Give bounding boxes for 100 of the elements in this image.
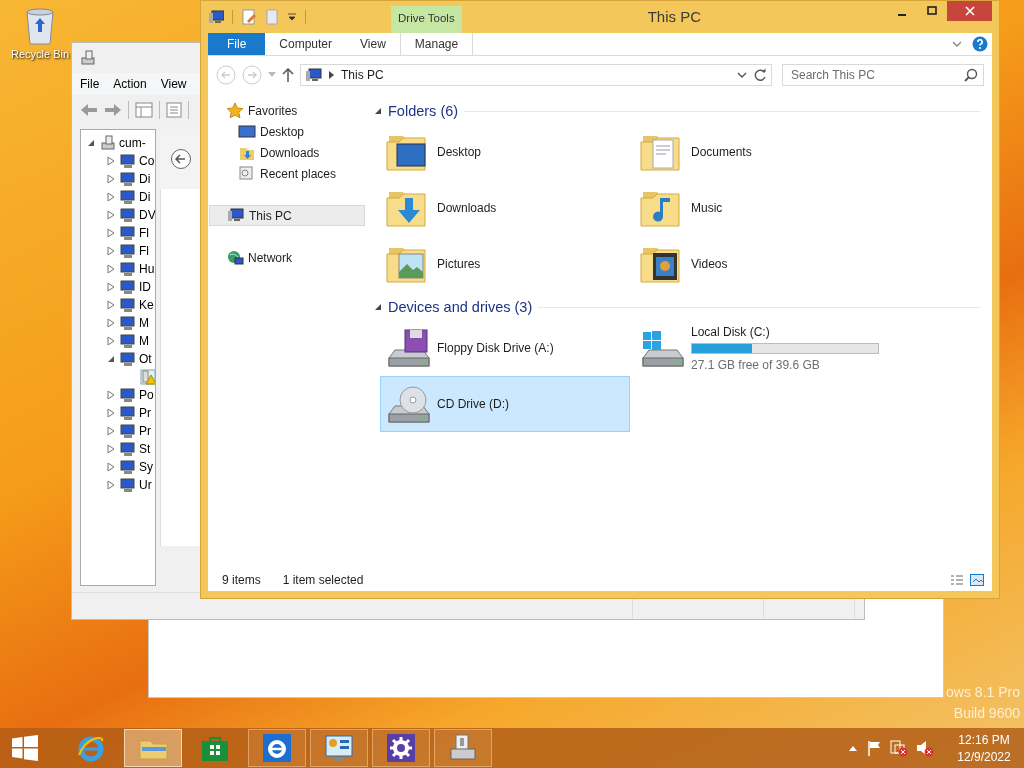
up-arrow-icon[interactable] (282, 68, 294, 82)
properties-icon[interactable] (135, 102, 153, 118)
nav-item[interactable]: Network (209, 247, 365, 268)
tree-item[interactable]: M (139, 334, 149, 348)
properties-icon[interactable] (241, 9, 257, 25)
chevron-down-icon[interactable] (952, 40, 962, 48)
free-space-text: 27.1 GB free of 39.6 GB (691, 357, 821, 372)
taskbar-button[interactable] (372, 729, 430, 767)
device-icon (120, 279, 136, 295)
folder-tile[interactable]: Desktop (380, 124, 630, 180)
computer-icon (305, 67, 323, 83)
clock-date: 12/9/2022 (957, 749, 1011, 764)
network-error-icon[interactable] (890, 739, 908, 757)
tree-item[interactable]: Po (139, 388, 154, 402)
clock[interactable]: 12:16 PM 12/9/2022 (952, 732, 1016, 764)
network-icon (226, 249, 244, 266)
tiles-view-icon[interactable] (970, 574, 984, 586)
computer-icon (80, 50, 96, 66)
close-button[interactable] (947, 1, 992, 21)
speaker-muted-icon[interactable] (916, 739, 934, 757)
search-field[interactable]: Search This PC (782, 64, 984, 86)
details-view-icon[interactable] (950, 574, 964, 586)
tree-item[interactable]: Pr (139, 406, 151, 420)
back-circle-icon[interactable] (170, 148, 192, 170)
ribbon-tab[interactable]: Manage (399, 33, 474, 55)
item-name: Documents (691, 145, 752, 159)
settings-icon (386, 733, 416, 763)
group-header[interactable]: Folders (6) (388, 103, 459, 119)
folder-tile[interactable]: Videos (634, 236, 884, 292)
drive-tile[interactable]: Local Disk (C:) 27.1 GB free of 39.6 GB (634, 320, 884, 376)
tree-item[interactable]: Ur (139, 478, 152, 492)
tree-item[interactable]: Ot (139, 352, 152, 366)
computer-icon (100, 135, 116, 151)
maximize-icon (927, 6, 937, 16)
address-bar[interactable]: This PC (300, 64, 772, 86)
ribbon-tab[interactable]: File (208, 33, 266, 55)
folder-tile[interactable]: Pictures (380, 236, 630, 292)
tree-item[interactable]: Sy (139, 460, 153, 474)
window-title: This PC (646, 7, 702, 27)
tree-item[interactable]: ID (139, 280, 151, 294)
nav-item[interactable]: Recent places (209, 163, 365, 184)
item-name: Local Disk (C:) (691, 324, 771, 339)
chevron-up-icon[interactable] (848, 744, 858, 752)
device-icon (120, 153, 136, 169)
device-icon (120, 261, 136, 277)
refresh-icon[interactable] (753, 68, 767, 82)
group-header[interactable]: Devices and drives (3) (388, 299, 533, 315)
back-arrow-icon[interactable] (80, 103, 98, 117)
search-icon[interactable] (964, 68, 978, 82)
dropdown-caret-icon[interactable] (737, 71, 747, 79)
tree-item[interactable]: Pr (139, 424, 151, 438)
nav-item[interactable]: This PC (209, 205, 365, 226)
tree-item[interactable]: Fl (139, 244, 149, 258)
taskbar-button[interactable] (248, 729, 306, 767)
tree-item[interactable]: Fl (139, 226, 149, 240)
dropdown-caret-icon[interactable] (287, 12, 297, 22)
nav-item[interactable]: Downloads (209, 142, 365, 163)
forward-arrow-icon[interactable] (104, 103, 122, 117)
collapse-triangle-icon[interactable] (374, 303, 382, 311)
ribbon-tab[interactable]: View (346, 33, 400, 55)
tree-item[interactable]: St (139, 442, 151, 456)
nav-item[interactable]: Favorites (209, 100, 365, 121)
tree-item[interactable]: cum- (119, 136, 146, 150)
taskbar-button[interactable] (310, 729, 368, 767)
help-icon[interactable] (972, 36, 988, 52)
windows-logo-icon (12, 735, 38, 761)
device-icon (120, 459, 136, 475)
item-name: Floppy Disk Drive (A:) (437, 341, 554, 355)
tree-item[interactable]: M (139, 316, 149, 330)
status-text: 1 item selected (282, 573, 364, 587)
flag-icon[interactable] (866, 740, 882, 756)
menu-item[interactable]: File (80, 77, 100, 91)
menu-item[interactable]: View (160, 77, 187, 91)
tree-item[interactable]: Hu (139, 262, 155, 276)
menu-item[interactable]: Action (113, 77, 147, 91)
tree-item[interactable]: Di (139, 190, 151, 204)
device-icon (120, 405, 136, 421)
tree-item[interactable]: DV (139, 208, 155, 222)
item-name: Downloads (437, 201, 497, 215)
device-icon (120, 351, 136, 367)
ribbon-tab[interactable]: Computer (265, 33, 347, 55)
drive-tile[interactable]: CD Drive (D:) (380, 376, 630, 432)
folder-tile[interactable]: Music (634, 180, 884, 236)
taskbar-button[interactable] (434, 729, 492, 767)
address-text: This PC (341, 68, 385, 82)
browser-icon (262, 733, 292, 763)
device-icon (120, 225, 136, 241)
contextual-tab-label: Drive Tools (391, 6, 462, 33)
nav-item[interactable]: Desktop (209, 121, 365, 142)
desktop-icon (238, 123, 256, 140)
tree-item[interactable]: Di (139, 172, 151, 186)
tree-item[interactable]: Ke (139, 298, 154, 312)
device-icon (120, 297, 136, 313)
folder-tile[interactable]: Downloads (380, 180, 630, 236)
recycle-bin-icon[interactable] (23, 6, 57, 46)
tree-item[interactable]: Co (139, 154, 155, 168)
drive-tile[interactable]: Floppy Disk Drive (A:) (380, 320, 630, 376)
collapse-triangle-icon[interactable] (374, 107, 382, 115)
item-name: Music (691, 201, 723, 215)
folder-tile[interactable]: Documents (634, 124, 884, 180)
